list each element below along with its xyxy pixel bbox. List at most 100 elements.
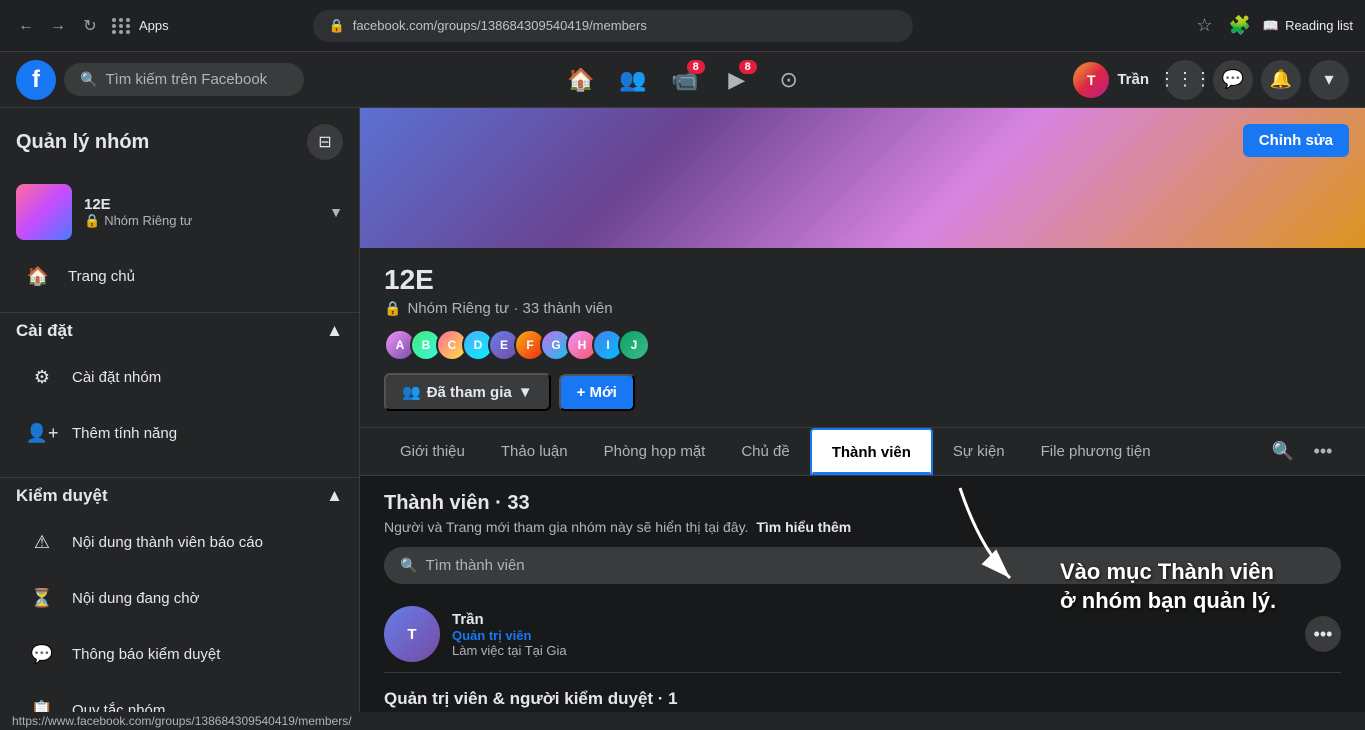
member-avatar-10: J	[618, 329, 650, 361]
cover-overlay	[360, 108, 1365, 248]
watch-badge: 8	[739, 60, 757, 74]
sidebar-item-reported-content[interactable]: ⚠ Nội dung thành viên báo cáo	[16, 514, 343, 570]
search-input[interactable]	[105, 71, 285, 88]
account-dropdown-button[interactable]: ▾	[1309, 60, 1349, 100]
video-badge: 8	[687, 60, 705, 74]
member-search-icon: 🔍	[400, 557, 417, 574]
tab-search-button[interactable]: 🔍	[1265, 434, 1301, 470]
chu-de-label: Chủ đề	[741, 443, 789, 460]
pending-icon: ⏳	[24, 580, 60, 616]
sidebar-item-moderation-alerts[interactable]: 💬 Thông báo kiểm duyệt	[16, 626, 343, 682]
main-content: Chỉnh sửa 12E 🔒 Nhóm Riêng tư · 33 thành…	[360, 108, 1365, 730]
sidebar-item-home[interactable]: 🏠 Trang chủ	[0, 248, 359, 304]
messenger-button[interactable]: 💬	[1213, 60, 1253, 100]
home-label: Trang chủ	[68, 268, 135, 285]
member-info-0: Trần Quản trị viên Làm việc tại Tại Gia	[452, 611, 1293, 658]
main-layout: Quản lý nhóm ⊟ 12E 🔒 Nhóm Riêng tư ▼ 🏠 T…	[0, 108, 1365, 730]
new-post-button[interactable]: + Mới	[559, 374, 635, 411]
lock-icon: 🔒	[384, 300, 401, 317]
group-meta-info: 🔒 Nhóm Riêng tư · 33 thành viên	[384, 300, 1341, 317]
browser-actions: ☆ 🧩 📖 Reading list	[1192, 11, 1353, 40]
member-more-button-0[interactable]: •••	[1305, 616, 1341, 652]
facebook-nav: 🏠 👥 📹 8 ▶ 8 ⊙	[312, 56, 1057, 104]
user-profile-button[interactable]: T Trần	[1065, 58, 1157, 102]
sidebar-settings-section: Cài đặt ▲ ⚙ Cài đặt nhóm 👤+ Thêm tính nă…	[0, 312, 359, 469]
member-avatar-tran: T	[384, 606, 440, 662]
tab-navigation: Giới thiệu Thảo luận Phòng họp mặt Chủ đ…	[360, 428, 1365, 476]
settings-collapse-arrow[interactable]: ▲	[326, 321, 343, 341]
member-row-0: T Trần Quản trị viên Làm việc tại Tại Gi…	[384, 596, 1341, 673]
friends-nav-button[interactable]: 👥	[609, 56, 657, 104]
joined-icon: 👥	[402, 383, 421, 401]
reported-content-label: Nội dung thành viên báo cáo	[72, 534, 263, 551]
tab-phong-hop-mat[interactable]: Phòng họp mặt	[588, 429, 722, 474]
member-search-input[interactable]	[425, 557, 1325, 574]
group-type-label: 🔒 Nhóm Riêng tư	[84, 213, 317, 229]
apps-grid-icon	[112, 18, 131, 34]
home-nav-button[interactable]: 🏠	[557, 56, 605, 104]
groups-nav-button[interactable]: ⊙	[765, 56, 813, 104]
tab-su-kien[interactable]: Sự kiện	[937, 429, 1021, 474]
sidebar-item-pending-content[interactable]: ⏳ Nội dung đang chờ	[16, 570, 343, 626]
tab-chu-de[interactable]: Chủ đề	[725, 429, 805, 474]
tab-gioi-thieu[interactable]: Giới thiệu	[384, 429, 481, 474]
sidebar-header: Quản lý nhóm ⊟	[0, 108, 359, 176]
member-avatars-row: A B C D E F G H I J	[384, 329, 1341, 361]
alerts-icon: 💬	[24, 636, 60, 672]
thao-luan-label: Thảo luận	[501, 443, 568, 460]
add-features-icon: 👤+	[24, 415, 60, 451]
sidebar-manage-icon-button[interactable]: ⊟	[307, 124, 343, 160]
learn-more-link[interactable]: Tìm hiểu thêm	[756, 519, 851, 535]
sidebar-item-add-features[interactable]: 👤+ Thêm tính năng	[16, 405, 343, 461]
address-bar[interactable]: 🔒 facebook.com/groups/138684309540419/me…	[313, 10, 913, 42]
group-meta-text: Nhóm Riêng tư · 33 thành viên	[407, 300, 612, 317]
phong-hop-mat-label: Phòng họp mặt	[604, 443, 706, 460]
add-features-label: Thêm tính năng	[72, 425, 177, 442]
grid-apps-button[interactable]: ⋮⋮⋮	[1165, 60, 1205, 100]
group-dropdown-arrow-icon[interactable]: ▼	[329, 204, 343, 220]
gioi-thieu-label: Giới thiệu	[400, 443, 465, 460]
facebook-logo[interactable]: f	[16, 60, 56, 100]
tab-more-button[interactable]: •••	[1305, 434, 1341, 470]
facebook-search-bar[interactable]: 🔍	[64, 63, 304, 96]
video-nav-button[interactable]: 📹 8	[661, 56, 709, 104]
admin-section-title: Quản trị viên & người kiểm duyệt · 1	[384, 689, 1341, 709]
group-page-title: 12E	[384, 264, 1341, 296]
members-header: Thành viên · 33 Người và Trang mới tham …	[384, 492, 1341, 535]
star-bookmark-icon[interactable]: ☆	[1192, 11, 1216, 40]
group-name-label: 12E	[84, 196, 317, 213]
members-count-title: Thành viên · 33	[384, 492, 1341, 515]
extensions-icon[interactable]: 🧩	[1224, 11, 1254, 40]
sidebar-group-item[interactable]: 12E 🔒 Nhóm Riêng tư ▼	[0, 176, 359, 248]
reading-list-button[interactable]: 📖 Reading list	[1263, 18, 1353, 34]
reading-list-label: Reading list	[1285, 18, 1353, 33]
tab-file-phuong-tien[interactable]: File phương tiện	[1025, 429, 1167, 474]
left-sidebar: Quản lý nhóm ⊟ 12E 🔒 Nhóm Riêng tư ▼ 🏠 T…	[0, 108, 360, 730]
new-post-label: + Mới	[577, 384, 617, 401]
watch-nav-button[interactable]: ▶ 8	[713, 56, 761, 104]
notifications-button[interactable]: 🔔	[1261, 60, 1301, 100]
chinhsua-button[interactable]: Chỉnh sửa	[1243, 124, 1349, 157]
group-action-buttons: 👥 Đã tham gia ▼ + Mới	[384, 373, 1341, 411]
pending-content-label: Nội dung đang chờ	[72, 590, 199, 607]
joined-button[interactable]: 👥 Đã tham gia ▼	[384, 373, 551, 411]
member-name-0: Trần	[452, 611, 1293, 628]
moderation-collapse-arrow[interactable]: ▲	[326, 486, 343, 506]
settings-icon: ⚙	[24, 359, 60, 395]
thanh-vien-label: Thành viên	[832, 444, 911, 461]
sidebar-moderation-section: Kiểm duyệt ▲ ⚠ Nội dung thành viên báo c…	[0, 477, 359, 730]
tab-thao-luan[interactable]: Thảo luận	[485, 429, 584, 474]
file-phuong-tien-label: File phương tiện	[1041, 443, 1151, 460]
apps-button[interactable]: Apps	[112, 18, 169, 34]
sidebar-item-group-settings[interactable]: ⚙ Cài đặt nhóm	[16, 349, 343, 405]
user-name: Trần	[1117, 71, 1149, 88]
tab-thanh-vien[interactable]: Thành viên	[810, 428, 933, 475]
forward-button[interactable]: →	[44, 12, 72, 40]
content-wrapper: Chỉnh sửa 12E 🔒 Nhóm Riêng tư · 33 thành…	[360, 108, 1365, 730]
facebook-header: f 🔍 🏠 👥 📹 8 ▶ 8 ⊙ T Trần ⋮⋮⋮ 💬 🔔 ▾	[0, 52, 1365, 108]
member-search-bar[interactable]: 🔍	[384, 547, 1341, 584]
settings-section-title: Cài đặt ▲	[16, 321, 343, 341]
back-button[interactable]: ←	[12, 12, 40, 40]
reload-button[interactable]: ↻	[76, 12, 104, 40]
group-info-bar: 12E 🔒 Nhóm Riêng tư · 33 thành viên A B …	[360, 248, 1365, 428]
